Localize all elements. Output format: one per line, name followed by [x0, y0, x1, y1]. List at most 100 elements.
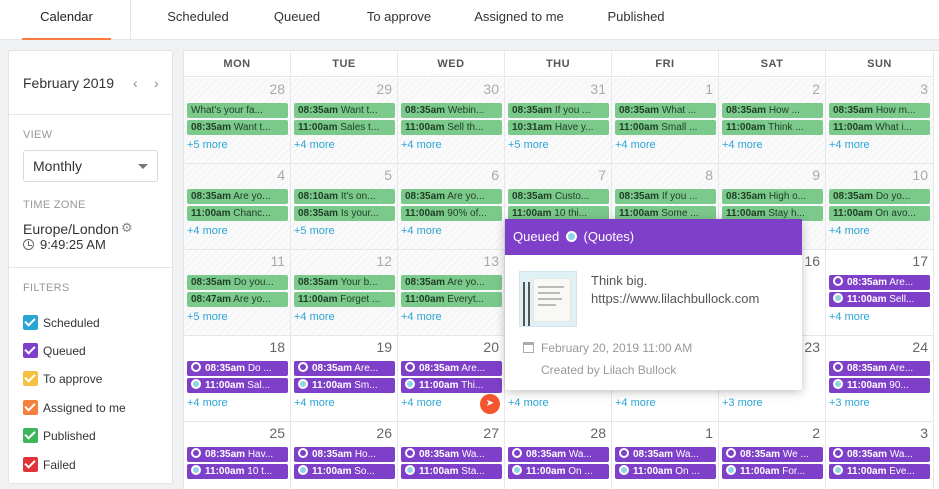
- calendar-post[interactable]: 08:35am Are...: [829, 275, 930, 290]
- calendar-post[interactable]: 08:35am If you ...: [508, 103, 609, 118]
- calendar-post[interactable]: 08:35am Are...: [294, 361, 395, 376]
- calendar-post[interactable]: 11:00am Sal...: [187, 378, 288, 393]
- calendar-post[interactable]: 11:00am 90% of...: [401, 206, 502, 221]
- calendar-post[interactable]: 08:35am Do yo...: [829, 189, 930, 204]
- more-posts-link[interactable]: +3 more: [829, 397, 870, 409]
- more-posts-link[interactable]: +4 more: [294, 311, 335, 323]
- calendar-day-cell[interactable]: 18 08:35am Do ... 11:00am Sal... +4 more: [184, 336, 291, 422]
- more-posts-link[interactable]: +4 more: [401, 397, 442, 409]
- calendar-day-cell[interactable]: 13 08:35am Are yo... 11:00am Everyt... +4 m…: [398, 250, 505, 336]
- calendar-day-cell[interactable]: 31 08:35am If you ... 10:31am Have y... +5 …: [505, 78, 612, 164]
- calendar-post[interactable]: 11:00am Sell th...: [401, 120, 502, 135]
- checkbox-checked-icon[interactable]: [23, 315, 38, 330]
- calendar-day-cell[interactable]: 26 08:35am Ho... 11:00am So...: [291, 422, 398, 489]
- calendar-post[interactable]: 11:00am Sales t...: [294, 120, 395, 135]
- checkbox-checked-icon[interactable]: [23, 400, 38, 415]
- calendar-day-cell[interactable]: 19 08:35am Are... 11:00am Sm... +4 more: [291, 336, 398, 422]
- tab-calendar[interactable]: Calendar: [22, 0, 111, 40]
- calendar-post[interactable]: 11:00am Eve...: [829, 464, 930, 479]
- calendar-post[interactable]: 08:35am Hav...: [187, 447, 288, 462]
- calendar-post[interactable]: 08:35am What ...: [615, 103, 716, 118]
- more-posts-link[interactable]: +4 more: [829, 139, 870, 151]
- calendar-day-cell[interactable]: 30 08:35am Webin... 11:00am Sell th... +4 m…: [398, 78, 505, 164]
- calendar-day-cell[interactable]: 1 08:35am Wa... 11:00am On ...: [612, 422, 719, 489]
- tab-assigned-to-me[interactable]: Assigned to me: [470, 0, 568, 40]
- calendar-post[interactable]: 11:00am Chanc...: [187, 206, 288, 221]
- calendar-post[interactable]: 08:35am Wa...: [829, 447, 930, 462]
- calendar-day-cell[interactable]: 1 08:35am What ... 11:00am Small ... +4 mor…: [612, 78, 719, 164]
- calendar-post[interactable]: 08:35am Are...: [401, 361, 502, 376]
- calendar-post[interactable]: 08:35am Your b...: [294, 275, 395, 290]
- more-posts-link[interactable]: +4 more: [615, 397, 656, 409]
- chevron-right-icon[interactable]: ›: [154, 75, 159, 91]
- calendar-day-cell[interactable]: 4 08:35am Are yo... 11:00am Chanc... +4 mor…: [184, 164, 291, 250]
- more-posts-link[interactable]: +4 more: [401, 225, 442, 237]
- calendar-post[interactable]: 11:00am Sell...: [829, 292, 930, 307]
- calendar-post[interactable]: 08:35am Are yo...: [401, 275, 502, 290]
- calendar-post[interactable]: 11:00am Thi...: [401, 378, 502, 393]
- more-posts-link[interactable]: +5 more: [187, 311, 228, 323]
- calendar-post[interactable]: 08:35am Wa...: [401, 447, 502, 462]
- calendar-post[interactable]: 11:00am On ...: [615, 464, 716, 479]
- calendar-post[interactable]: 08:35am Are yo...: [401, 189, 502, 204]
- calendar-day-cell[interactable]: 28 What's your fa... 08:35am Want t... +5 …: [184, 78, 291, 164]
- more-posts-link[interactable]: +5 more: [508, 139, 549, 151]
- calendar-day-cell[interactable]: 28 08:35am Wa... 11:00am On ...: [505, 422, 612, 489]
- calendar-post[interactable]: 11:00am Sta...: [401, 464, 502, 479]
- tab-scheduled[interactable]: Scheduled: [160, 0, 236, 40]
- gear-icon[interactable]: ⚙: [121, 220, 133, 236]
- tab-queued[interactable]: Queued: [268, 0, 326, 40]
- more-posts-link[interactable]: +4 more: [294, 139, 335, 151]
- calendar-post[interactable]: 08:35am Custo...: [508, 189, 609, 204]
- calendar-post[interactable]: 08:35am Wa...: [615, 447, 716, 462]
- more-posts-link[interactable]: +4 more: [294, 397, 335, 409]
- calendar-day-cell[interactable]: 6 08:35am Are yo... 11:00am 90% of... +4 mo…: [398, 164, 505, 250]
- calendar-post[interactable]: 08:35am We ...: [722, 447, 823, 462]
- calendar-post[interactable]: 11:00am Forget ...: [294, 292, 395, 307]
- calendar-post[interactable]: 08:47am Are yo...: [187, 292, 288, 307]
- calendar-post[interactable]: 08:35am Want t...: [294, 103, 395, 118]
- calendar-day-cell[interactable]: 5 08:10am It's on... 08:35am Is your... +5 …: [291, 164, 398, 250]
- tab-published[interactable]: Published: [600, 0, 672, 40]
- more-posts-link[interactable]: +4 more: [615, 139, 656, 151]
- calendar-post[interactable]: 08:35am Are yo...: [187, 189, 288, 204]
- calendar-post[interactable]: 08:35am High o...: [722, 189, 823, 204]
- calendar-day-cell[interactable]: 25 08:35am Hav... 11:00am 10 t...: [184, 422, 291, 489]
- calendar-post[interactable]: 11:00am What i...: [829, 120, 930, 135]
- calendar-post[interactable]: What's your fa...: [187, 103, 288, 118]
- paper-plane-icon[interactable]: ➤: [480, 394, 500, 414]
- checkbox-checked-icon[interactable]: [23, 428, 38, 443]
- more-posts-link[interactable]: +4 more: [829, 225, 870, 237]
- calendar-post[interactable]: 08:35am Want t...: [187, 120, 288, 135]
- calendar-post[interactable]: 08:35am Are...: [829, 361, 930, 376]
- calendar-post[interactable]: 08:10am It's on...: [294, 189, 395, 204]
- calendar-day-cell[interactable]: 24 08:35am Are... 11:00am 90... +3 more: [826, 336, 934, 422]
- more-posts-link[interactable]: +4 more: [187, 225, 228, 237]
- calendar-post[interactable]: 11:00am For...: [722, 464, 823, 479]
- chevron-left-icon[interactable]: ‹: [133, 75, 138, 91]
- calendar-day-cell[interactable]: 3 08:35am How m... 11:00am What i... +4 mor…: [826, 78, 934, 164]
- calendar-day-cell[interactable]: 17 08:35am Are... 11:00am Sell... +4 more: [826, 250, 934, 336]
- calendar-post[interactable]: 11:00am Small ...: [615, 120, 716, 135]
- more-posts-link[interactable]: +4 more: [829, 311, 870, 323]
- calendar-post[interactable]: 08:35am Do ...: [187, 361, 288, 376]
- more-posts-link[interactable]: +5 more: [187, 139, 228, 151]
- calendar-post[interactable]: 11:00am 10 t...: [187, 464, 288, 479]
- tab-to-approve[interactable]: To approve: [360, 0, 438, 40]
- calendar-post[interactable]: 08:35am If you ...: [615, 189, 716, 204]
- more-posts-link[interactable]: +4 more: [722, 139, 763, 151]
- calendar-day-cell[interactable]: 2 08:35am We ... 11:00am For...: [719, 422, 826, 489]
- checkbox-checked-icon[interactable]: [23, 457, 38, 472]
- more-posts-link[interactable]: +4 more: [401, 139, 442, 151]
- calendar-post[interactable]: 08:35am Is your...: [294, 206, 395, 221]
- calendar-post[interactable]: 11:00am Everyt...: [401, 292, 502, 307]
- checkbox-checked-icon[interactable]: [23, 343, 38, 358]
- calendar-post[interactable]: 08:35am Wa...: [508, 447, 609, 462]
- calendar-day-cell[interactable]: 27 08:35am Wa... 11:00am Sta...: [398, 422, 505, 489]
- calendar-post[interactable]: 08:35am Ho...: [294, 447, 395, 462]
- calendar-post[interactable]: 08:35am Do you...: [187, 275, 288, 290]
- calendar-post[interactable]: 11:00am Think ...: [722, 120, 823, 135]
- calendar-day-cell[interactable]: 3 08:35am Wa... 11:00am Eve...: [826, 422, 934, 489]
- calendar-post[interactable]: 11:00am So...: [294, 464, 395, 479]
- checkbox-checked-icon[interactable]: [23, 371, 38, 386]
